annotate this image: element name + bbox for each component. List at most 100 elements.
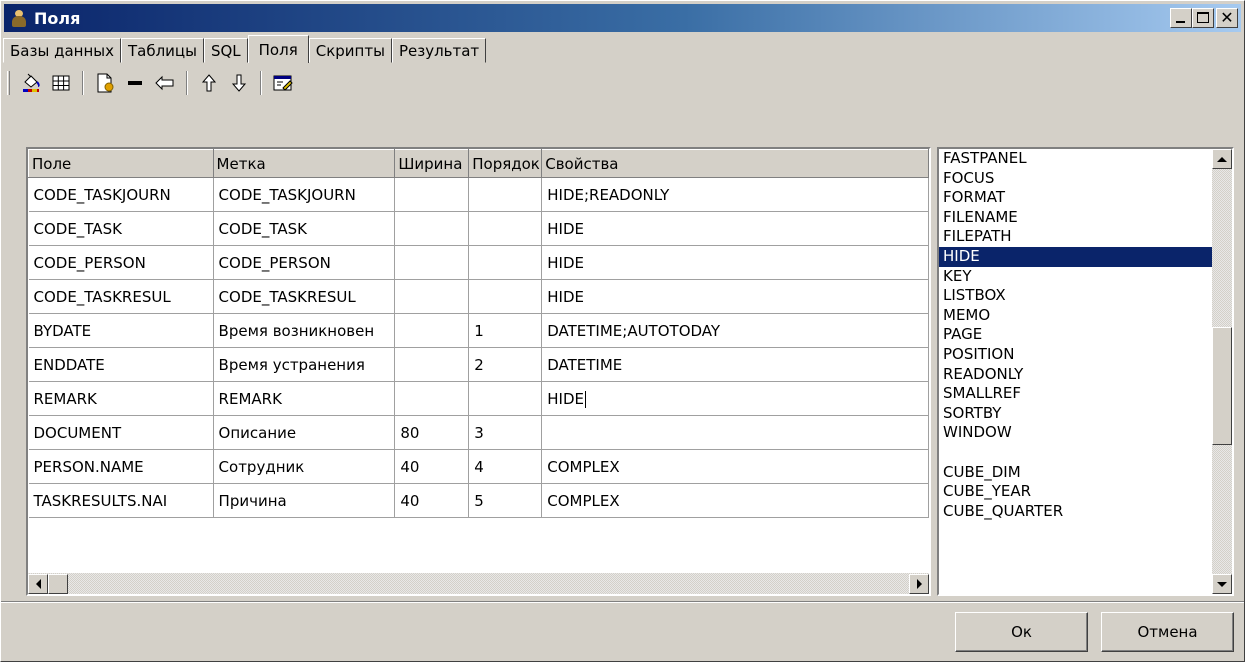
cell-width[interactable]: [394, 245, 470, 280]
scroll-right-button[interactable]: [909, 573, 929, 594]
list-item[interactable]: CUBE_QUARTER: [939, 502, 1212, 522]
column-header-width[interactable]: Ширина: [394, 149, 470, 178]
cell-properties[interactable]: HIDE: [541, 279, 929, 314]
new-document-icon[interactable]: [92, 70, 118, 96]
cell-label[interactable]: CODE_TASKRESUL: [213, 279, 396, 314]
table-row[interactable]: DOCUMENT Описание 80 3: [28, 415, 929, 450]
cell-order[interactable]: [468, 211, 543, 246]
list-item[interactable]: CUBE_YEAR: [939, 482, 1212, 502]
cell-width[interactable]: 80: [394, 415, 470, 450]
fields-grid[interactable]: Поле Метка Ширина Порядок Свойства CODE_…: [26, 147, 931, 596]
property-listbox[interactable]: FASTPANEL FOCUS FORMAT FILENAME FILEPATH HIDE…: [937, 147, 1234, 596]
cell-field[interactable]: TASKRESULTS.NAI: [28, 483, 214, 518]
list-item[interactable]: READONLY: [939, 365, 1212, 385]
cell-width[interactable]: [394, 347, 470, 382]
cell-width[interactable]: 40: [394, 449, 470, 484]
cell-label[interactable]: Описание: [213, 415, 396, 450]
scroll-up-button[interactable]: [1212, 149, 1232, 169]
table-row[interactable]: REMARK REMARK HIDE: [28, 381, 929, 416]
cell-order[interactable]: 5: [468, 483, 543, 518]
cell-order[interactable]: 2: [468, 347, 543, 382]
column-header-label[interactable]: Метка: [212, 149, 396, 178]
cell-properties[interactable]: HIDE: [541, 211, 929, 246]
list-item[interactable]: FORMAT: [939, 188, 1212, 208]
cell-label[interactable]: CODE_TASKJOURN: [213, 177, 396, 212]
cell-properties[interactable]: DATETIME: [541, 347, 929, 382]
cell-width[interactable]: 40: [394, 483, 470, 518]
horizontal-scroll-thumb[interactable]: [48, 573, 68, 594]
arrow-down-icon[interactable]: [226, 70, 252, 96]
tab-fields[interactable]: Поля: [247, 35, 309, 63]
list-item[interactable]: HIDE: [939, 246, 1212, 267]
cell-label[interactable]: Сотрудник: [213, 449, 396, 484]
table-row[interactable]: ENDDATE Время устранения 2 DATETIME: [28, 347, 929, 382]
list-item[interactable]: LISTBOX: [939, 286, 1212, 306]
cell-field[interactable]: CODE_TASKJOURN: [28, 177, 214, 212]
cell-properties[interactable]: DATETIME;AUTOTODAY: [541, 313, 929, 348]
column-header-order[interactable]: Порядок: [468, 149, 543, 178]
cell-width[interactable]: [394, 313, 470, 348]
cell-label[interactable]: CODE_PERSON: [213, 245, 396, 280]
tab-sql[interactable]: SQL: [203, 38, 248, 63]
maximize-button[interactable]: [1192, 8, 1214, 28]
cell-properties-editor[interactable]: HIDE: [541, 381, 929, 416]
cell-label[interactable]: REMARK: [213, 381, 396, 416]
cell-width[interactable]: [394, 279, 470, 314]
cell-field[interactable]: CODE_PERSON: [28, 245, 214, 280]
cell-order[interactable]: 4: [468, 449, 543, 484]
cell-order[interactable]: [468, 279, 543, 314]
list-item[interactable]: [939, 443, 1212, 463]
cell-width[interactable]: [394, 177, 470, 212]
column-header-properties[interactable]: Свойства: [541, 149, 929, 178]
cell-width[interactable]: [394, 211, 470, 246]
scroll-down-button[interactable]: [1212, 574, 1232, 594]
vertical-scrollbar[interactable]: [1212, 149, 1232, 594]
cell-width[interactable]: [394, 381, 470, 416]
list-item[interactable]: FASTPANEL: [939, 149, 1212, 169]
cell-label[interactable]: Время возникновен: [213, 313, 396, 348]
cell-properties[interactable]: COMPLEX: [541, 483, 929, 518]
cell-field[interactable]: PERSON.NAME: [28, 449, 214, 484]
cell-field[interactable]: CODE_TASK: [28, 211, 214, 246]
title-bar[interactable]: Поля ✕: [4, 4, 1241, 32]
ok-button[interactable]: Ок: [955, 612, 1088, 652]
column-header-field[interactable]: Поле: [28, 149, 214, 178]
list-item[interactable]: CUBE_DIM: [939, 463, 1212, 483]
scroll-left-button[interactable]: [28, 573, 48, 594]
cell-order[interactable]: [468, 245, 543, 280]
tab-scripts[interactable]: Скрипты: [308, 38, 392, 63]
minus-icon[interactable]: [122, 70, 148, 96]
cell-properties[interactable]: HIDE;READONLY: [541, 177, 929, 212]
minimize-button[interactable]: [1170, 8, 1192, 28]
cell-label[interactable]: CODE_TASK: [213, 211, 396, 246]
table-row[interactable]: CODE_TASKJOURN CODE_TASKJOURN HIDE;READONL…: [28, 177, 929, 212]
cell-field[interactable]: BYDATE: [28, 313, 214, 348]
cell-order[interactable]: 3: [468, 415, 543, 450]
table-row[interactable]: BYDATE Время возникновен 1 DATETIME;AUTOTOD…: [28, 313, 929, 348]
list-item[interactable]: FOCUS: [939, 169, 1212, 189]
list-item[interactable]: MEMO: [939, 306, 1212, 326]
paint-bucket-icon[interactable]: [18, 70, 44, 96]
horizontal-scrollbar[interactable]: [28, 573, 929, 594]
arrow-up-icon[interactable]: [196, 70, 222, 96]
tab-result[interactable]: Результат: [391, 38, 487, 63]
cell-properties[interactable]: COMPLEX: [541, 449, 929, 484]
cell-order[interactable]: 1: [468, 313, 543, 348]
tab-tables[interactable]: Таблицы: [120, 38, 204, 63]
table-row[interactable]: TASKRESULTS.NAI Причина 40 5 COMPLEX: [28, 483, 929, 518]
tab-databases[interactable]: Базы данных: [3, 38, 121, 63]
indent-left-icon[interactable]: [152, 70, 178, 96]
cell-field[interactable]: DOCUMENT: [28, 415, 214, 450]
cell-order[interactable]: [468, 177, 543, 212]
close-button[interactable]: ✕: [1216, 8, 1238, 28]
cell-field[interactable]: ENDDATE: [28, 347, 214, 382]
edit-form-icon[interactable]: [270, 70, 296, 96]
cell-label[interactable]: Время устранения: [213, 347, 396, 382]
cell-order[interactable]: [468, 381, 543, 416]
cell-properties[interactable]: [541, 415, 929, 450]
list-item[interactable]: FILEPATH: [939, 227, 1212, 247]
table-row[interactable]: CODE_TASK CODE_TASK HIDE: [28, 211, 929, 246]
table-row[interactable]: CODE_TASKRESUL CODE_TASKRESUL HIDE: [28, 279, 929, 314]
list-item[interactable]: POSITION: [939, 345, 1212, 365]
table-grid-icon[interactable]: [48, 70, 74, 96]
